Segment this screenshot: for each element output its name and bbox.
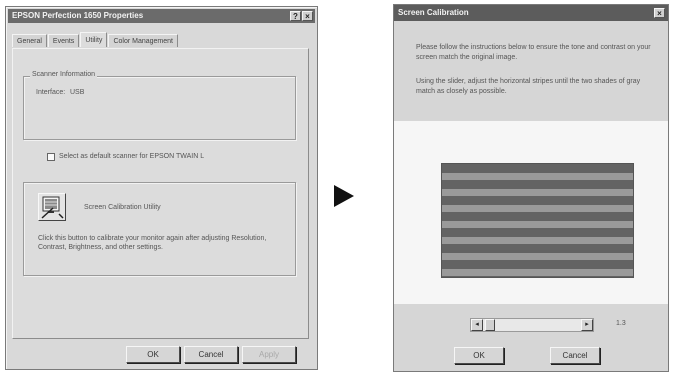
calibration-slider[interactable]: ◂ ▸	[470, 318, 594, 332]
calibration-title: Screen Calibration	[398, 8, 469, 17]
cancel-button[interactable]: Cancel	[184, 346, 238, 363]
utility-tab-panel: Scanner Information Interface: USB Selec…	[12, 48, 309, 339]
tab-color-management[interactable]: Color Management	[108, 34, 178, 47]
calibration-description: Click this button to calibrate your moni…	[38, 235, 267, 251]
default-scanner-label: Select as default scanner for EPSON TWAI…	[59, 153, 205, 160]
interface-value: USB	[70, 89, 85, 96]
calibration-title-bar: Screen Calibration ×	[394, 5, 668, 21]
instructions-line-1: Please follow the instructions below to …	[416, 44, 651, 61]
tab-general[interactable]: General	[12, 34, 47, 47]
calibration-cancel-button[interactable]: Cancel	[550, 347, 600, 364]
close-title-button[interactable]: ×	[302, 11, 313, 21]
ok-button[interactable]: OK	[126, 346, 180, 363]
scanner-information-group: Scanner Information Interface: USB	[23, 71, 296, 140]
gray-stripes-pattern	[441, 163, 634, 278]
properties-tabs: General Events Utility Color Management	[12, 32, 179, 48]
slider-value: 1.3	[616, 320, 626, 327]
calibration-group: Screen Calibration Utility Click this bu…	[23, 182, 296, 276]
scanner-properties-dialog: EPSON Perfection 1650 Properties ? × Gen…	[5, 6, 318, 370]
default-scanner-checkbox[interactable]	[47, 153, 55, 161]
instructions-line-2: Using the slider, adjust the horizontal …	[416, 78, 641, 95]
tab-events[interactable]: Events	[47, 34, 80, 47]
scanner-information-label: Scanner Information	[30, 71, 98, 78]
close-icon[interactable]: ×	[654, 8, 665, 18]
apply-button[interactable]: Apply	[242, 346, 296, 363]
calibration-icon	[41, 196, 64, 219]
interface-label: Interface:	[36, 89, 66, 96]
calibration-preview-area	[394, 121, 668, 304]
calibration-ok-button[interactable]: OK	[454, 347, 504, 364]
help-title-button[interactable]: ?	[290, 11, 301, 21]
slider-thumb[interactable]	[485, 319, 495, 331]
properties-title: EPSON Perfection 1650 Properties	[12, 11, 144, 20]
slider-right-arrow-icon[interactable]: ▸	[581, 319, 593, 331]
calibration-utility-label: Screen Calibration Utility	[84, 204, 161, 211]
arrow-right-icon	[334, 185, 354, 207]
slider-left-arrow-icon[interactable]: ◂	[471, 319, 483, 331]
screen-calibration-button[interactable]	[38, 193, 66, 221]
properties-title-bar: EPSON Perfection 1650 Properties ? ×	[8, 9, 315, 23]
tab-utility[interactable]: Utility	[80, 32, 108, 47]
screen-calibration-dialog: Screen Calibration × Please follow the i…	[393, 4, 669, 372]
